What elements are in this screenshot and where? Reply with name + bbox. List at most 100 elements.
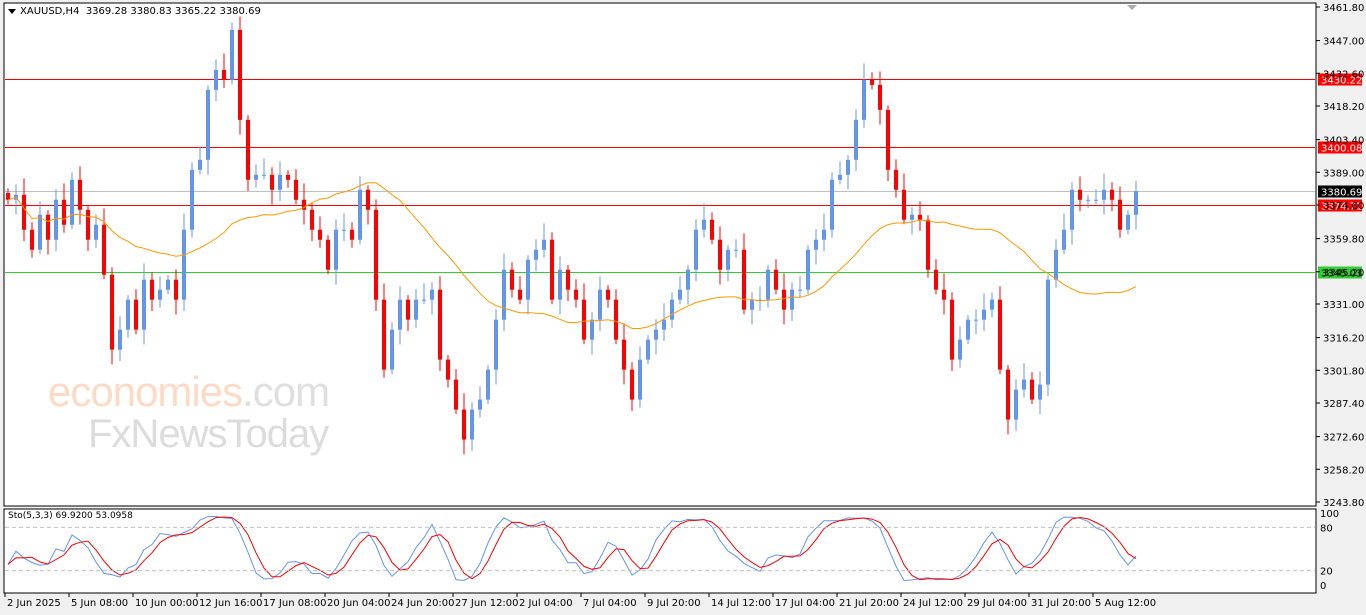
- candle-body: [894, 169, 898, 190]
- candle-body: [422, 299, 426, 301]
- candle-body: [630, 369, 634, 400]
- candle-body: [350, 229, 354, 240]
- candle-body: [438, 289, 442, 360]
- price-label-current: 3380.69: [1321, 188, 1362, 199]
- candle-body: [942, 289, 946, 300]
- candle-body: [54, 199, 58, 240]
- ohlc-low: 3365.22: [174, 6, 217, 17]
- candle-body: [166, 279, 170, 290]
- candle-body: [278, 174, 282, 190]
- x-tick-label: 24 Jul 12:00: [903, 598, 963, 609]
- candle-body: [830, 179, 834, 230]
- candle-body: [126, 299, 130, 330]
- y-tick-label: 3359.80: [1323, 235, 1364, 246]
- candle-body: [430, 289, 434, 300]
- candle-body: [1030, 379, 1034, 400]
- candle: [1046, 275, 1050, 396]
- y-tick-label: 3345.20: [1323, 268, 1364, 279]
- candle-body: [622, 339, 626, 370]
- y-tick-label: 3272.60: [1323, 433, 1364, 444]
- candle-body: [1078, 189, 1082, 200]
- candle-body: [510, 269, 514, 290]
- candle-body: [190, 169, 194, 230]
- candle-body: [1022, 379, 1026, 390]
- candle-body: [590, 319, 594, 340]
- candle-body: [582, 299, 586, 340]
- candle-body: [806, 249, 810, 290]
- y-tick-label: 3316.20: [1323, 334, 1364, 345]
- x-tick-label: 2 Jun 2025: [7, 598, 61, 609]
- x-tick-label: 27 Jun 12:00: [455, 598, 519, 609]
- candle-body: [902, 189, 906, 220]
- x-tick-label: 5 Jun 08:00: [71, 598, 128, 609]
- stochastic-level-label: 0: [1320, 581, 1326, 592]
- candle-body: [766, 269, 770, 300]
- candle-body: [454, 379, 458, 410]
- candle-body: [798, 289, 802, 291]
- y-tick-label: 3258.20: [1323, 465, 1364, 476]
- x-tick-label: 7 Jul 04:00: [583, 598, 637, 609]
- candle-body: [1014, 389, 1018, 420]
- candle-body: [646, 339, 650, 360]
- candle-body: [1062, 229, 1066, 250]
- candle-body: [886, 109, 890, 170]
- symbol-label: XAUUSD,H4: [20, 6, 80, 17]
- candle-body: [982, 309, 986, 320]
- candle-body: [142, 279, 146, 330]
- candle: [550, 232, 554, 305]
- candle: [374, 199, 378, 312]
- dropdown-triangle-icon[interactable]: [8, 8, 16, 14]
- candle-body: [566, 269, 570, 290]
- candle-body: [710, 219, 714, 240]
- candle-body: [358, 189, 362, 240]
- candle-body: [206, 89, 210, 160]
- candle-body: [94, 224, 98, 240]
- candle: [486, 365, 490, 405]
- candle: [246, 115, 250, 192]
- candle-body: [318, 229, 322, 240]
- candle-body: [398, 299, 402, 330]
- candle-body: [134, 299, 138, 330]
- candle-body: [638, 359, 642, 400]
- candle-body: [310, 209, 314, 230]
- y-tick-label: 3389.00: [1323, 168, 1364, 179]
- candle-body: [966, 319, 970, 340]
- candle-body: [326, 239, 330, 270]
- candle-body: [1054, 249, 1058, 280]
- candle-body: [606, 289, 610, 300]
- candle-body: [926, 219, 930, 270]
- candle-body: [718, 239, 722, 270]
- candle-body: [86, 209, 90, 240]
- candle-body: [662, 319, 666, 330]
- candle-body: [110, 274, 114, 350]
- candle: [830, 172, 834, 238]
- candle-body: [686, 269, 690, 290]
- y-tick-label: 3243.80: [1323, 498, 1364, 509]
- candle-body: [62, 199, 66, 225]
- candle-body: [854, 119, 858, 160]
- candle: [238, 16, 242, 135]
- candle-body: [542, 239, 546, 250]
- y-tick-label: 3287.40: [1323, 399, 1364, 410]
- candle-body: [1134, 191, 1138, 215]
- candle: [886, 105, 890, 182]
- candle-body: [270, 174, 274, 190]
- candle-body: [526, 259, 530, 300]
- main-plot-area[interactable]: [3, 2, 1317, 507]
- y-tick-label: 3432.60: [1323, 69, 1364, 80]
- candle-body: [102, 224, 106, 275]
- candle: [438, 276, 442, 371]
- candle-body: [822, 229, 826, 240]
- candle-body: [334, 229, 338, 270]
- stochastic-subwindow[interactable]: [3, 508, 1317, 594]
- candle-body: [918, 214, 922, 220]
- candle: [70, 172, 74, 230]
- candle-body: [1006, 369, 1010, 420]
- candle-body: [910, 214, 914, 220]
- y-tick-label: 3374.60: [1323, 201, 1364, 212]
- candle-body: [1126, 214, 1130, 230]
- candle-body: [342, 229, 346, 231]
- y-tick-label: 3418.20: [1323, 102, 1364, 113]
- y-tick-label: 3331.00: [1323, 300, 1364, 311]
- candle-body: [1070, 189, 1074, 230]
